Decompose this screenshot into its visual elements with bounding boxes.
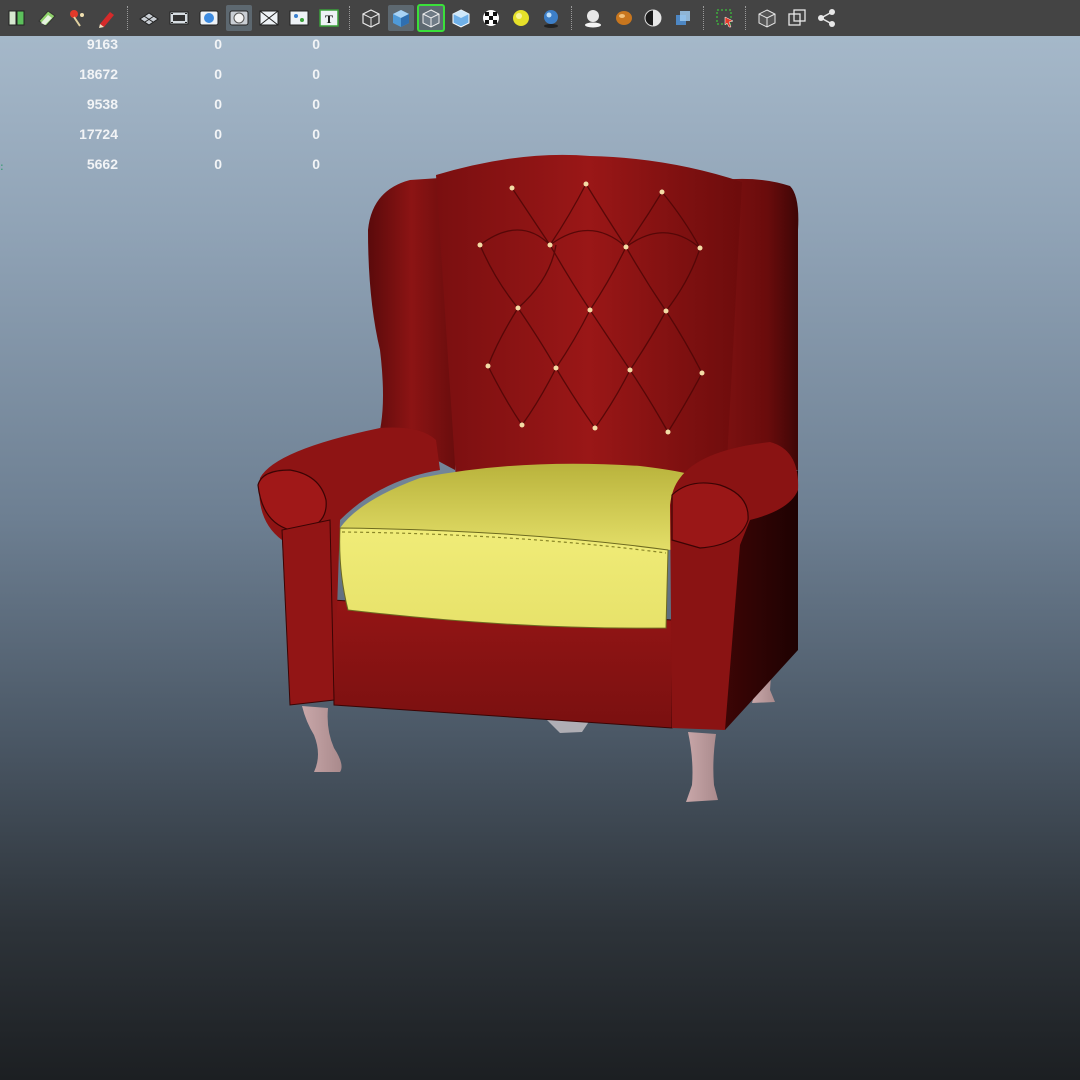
gate-mask-icon[interactable] [226, 5, 252, 31]
field-chart-icon[interactable] [256, 5, 282, 31]
wireframe-on-shaded-icon[interactable] [417, 4, 445, 32]
svg-text:T: T [325, 12, 333, 26]
xray-active-components-icon[interactable] [814, 5, 840, 31]
smooth-shade-icon[interactable] [388, 5, 414, 31]
hud-value: 9163 [86, 36, 118, 52]
default-material-icon[interactable] [448, 5, 474, 31]
hud-value: 18672 [79, 66, 118, 82]
hud-row: 17724 0 0 [0, 126, 340, 146]
hud-value: 5662 [86, 156, 118, 172]
hud-value: 17724 [79, 126, 118, 142]
hud-value: 0 [214, 126, 222, 142]
toolbar-separator [349, 6, 353, 30]
grease-pencil-icon[interactable] [94, 5, 120, 31]
toolbar-separator [127, 6, 131, 30]
motion-blur-icon[interactable] [610, 5, 636, 31]
hud-row: 18672 0 0 [0, 66, 340, 86]
hud-value: 0 [312, 126, 320, 142]
viewport-toolbar: T [0, 0, 1080, 36]
hud-value: 0 [214, 156, 222, 172]
toolbar-separator [571, 6, 575, 30]
hud-value: 0 [312, 66, 320, 82]
bookmark-icon[interactable] [34, 5, 60, 31]
isolate-select-icon[interactable] [712, 5, 738, 31]
hud-value: 0 [312, 96, 320, 112]
hud-value: 0 [214, 96, 222, 112]
shadows-icon[interactable] [538, 5, 564, 31]
wireframe-icon[interactable] [358, 5, 384, 31]
hud-value: 0 [312, 156, 320, 172]
hud-row: 5662 0 0 [0, 156, 340, 176]
toolbar-separator [745, 6, 749, 30]
use-all-lights-icon[interactable] [508, 5, 534, 31]
safe-action-icon[interactable] [286, 5, 312, 31]
hud-marker: : [0, 160, 4, 173]
hud-value: 0 [312, 36, 320, 52]
resolution-gate-icon[interactable] [196, 5, 222, 31]
depth-of-field-icon[interactable] [670, 5, 696, 31]
anti-aliasing-icon[interactable] [640, 5, 666, 31]
screen-space-ao-icon[interactable] [580, 5, 606, 31]
hud-value: 0 [214, 66, 222, 82]
textured-icon[interactable] [478, 5, 504, 31]
image-plane-icon[interactable] [64, 5, 90, 31]
film-gate-icon[interactable] [166, 5, 192, 31]
hud-row: 9538 0 0 [0, 96, 340, 116]
xray-icon[interactable] [754, 5, 780, 31]
hud-value: 9538 [86, 96, 118, 112]
camera-attributes-icon[interactable] [4, 5, 30, 31]
xray-joints-icon[interactable] [784, 5, 810, 31]
grid-icon[interactable] [136, 5, 162, 31]
toolbar-separator [703, 6, 707, 30]
hud-row: 9163 0 0 [0, 36, 340, 56]
safe-title-icon[interactable]: T [316, 5, 342, 31]
hud-value: 0 [214, 36, 222, 52]
